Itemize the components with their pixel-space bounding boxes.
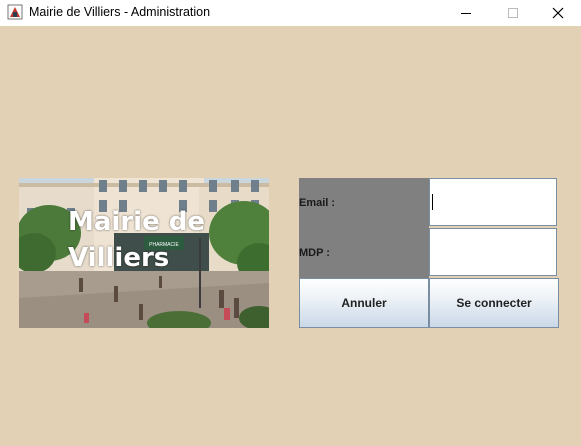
hero-image: PHARMACIE Mairie de Villiers [19,178,269,328]
email-label: Email : [299,197,336,209]
email-field[interactable] [429,178,557,226]
hero-title: Mairie de Villiers [68,207,205,273]
maximize-icon [508,8,518,18]
java-app-icon [7,4,23,20]
cancel-button[interactable]: Annuler [299,278,429,328]
label-panel: Email : MDP : [299,178,429,278]
close-button[interactable] [535,0,581,26]
maximize-button[interactable] [490,0,536,26]
window-titlebar[interactable]: Mairie de Villiers - Administration [0,0,581,26]
password-field[interactable] [429,228,557,276]
window-title: Mairie de Villiers - Administration [29,5,211,19]
close-icon [552,7,564,19]
minimize-icon [461,13,471,14]
login-form: Email : MDP : Annuler Se connecter [299,178,559,328]
minimize-button[interactable] [443,0,489,26]
text-caret [432,194,433,210]
main-panel: PHARMACIE Mairie de Villiers Email: MDP… [0,26,581,446]
login-button[interactable]: Se connecter [429,278,559,328]
password-label: MDP : [299,247,330,259]
